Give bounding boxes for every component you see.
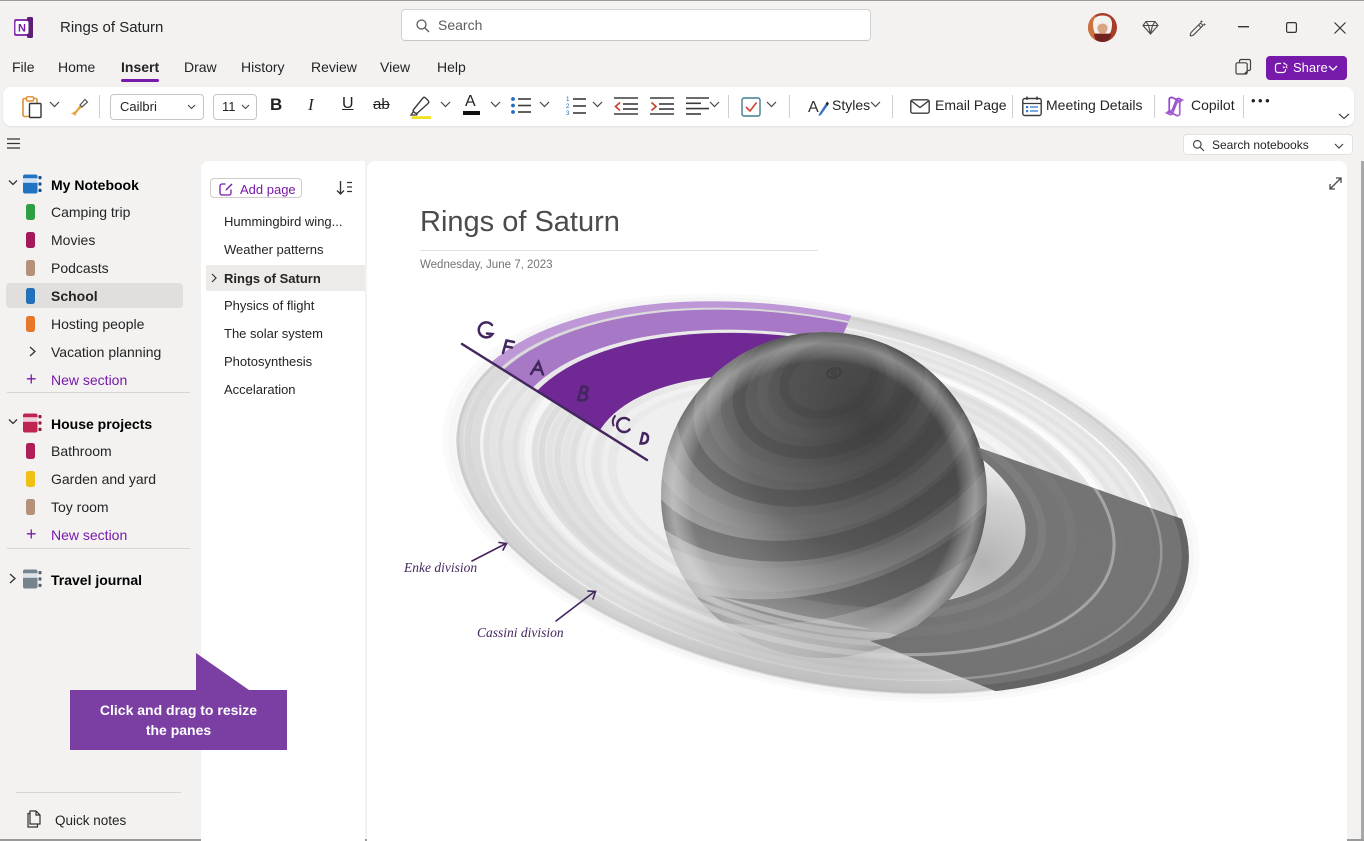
- svg-text:2: 2: [566, 103, 570, 110]
- svg-text:A: A: [808, 99, 819, 116]
- svg-text:Enke division: Enke division: [403, 560, 477, 575]
- svg-text:3: 3: [566, 110, 570, 116]
- svg-text:1: 1: [566, 96, 570, 103]
- svg-text:Cassini division: Cassini division: [477, 625, 564, 640]
